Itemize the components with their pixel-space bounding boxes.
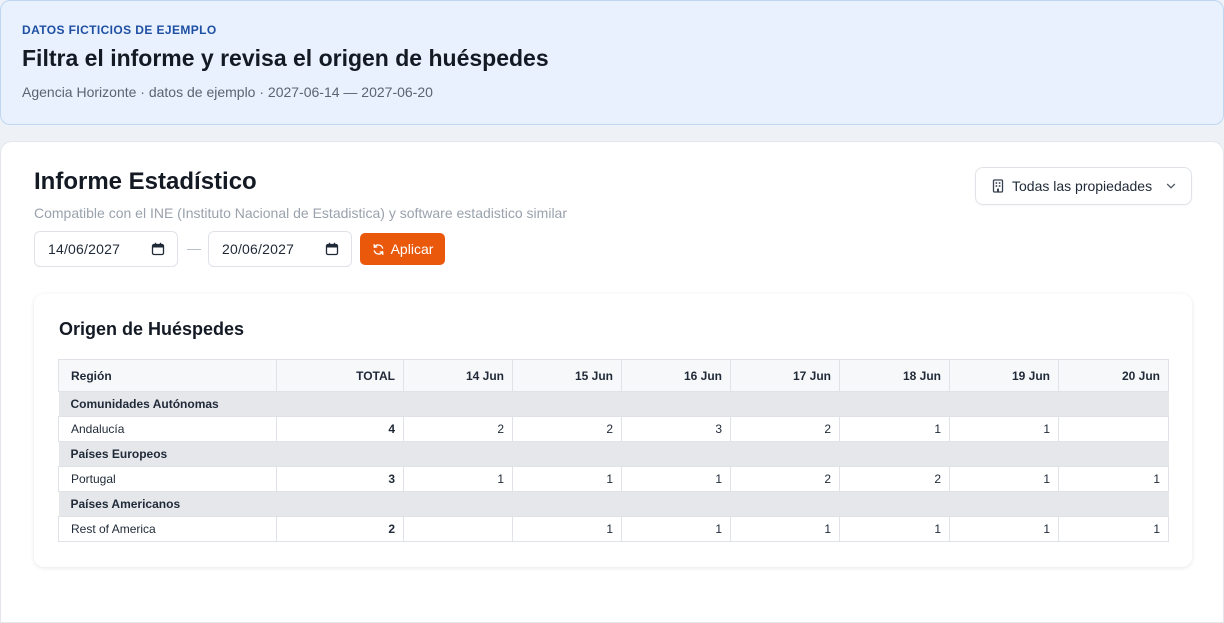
day-cell: 1	[1058, 466, 1169, 492]
date-from-value: 14/06/2027	[48, 241, 121, 257]
date-separator: —	[187, 240, 201, 256]
region-cell: Andalucía	[58, 416, 277, 442]
day-cell: 1	[839, 516, 950, 542]
group-row: Países Europeos	[58, 441, 1169, 467]
day-cell: 1	[403, 466, 513, 492]
column-header: 17 Jun	[730, 359, 840, 392]
date-to-value: 20/06/2027	[222, 241, 295, 257]
banner-eyebrow: DATOS FICTICIOS DE EJEMPLO	[22, 23, 217, 37]
day-cell: 1	[839, 416, 950, 442]
day-cell: 3	[621, 416, 731, 442]
day-cell: 1	[621, 516, 731, 542]
guest-origin-title: Origen de Huéspedes	[59, 319, 245, 339]
group-label: Países Americanos	[58, 491, 1169, 517]
calendar-icon[interactable]	[151, 242, 165, 256]
column-header: TOTAL	[276, 359, 404, 392]
day-cell: 2	[730, 466, 840, 492]
property-select[interactable]: Todas las propiedades	[975, 167, 1192, 205]
table-row: Rest of America 2 1 1 1 1 1 1	[58, 516, 1169, 542]
day-cell: 2	[730, 416, 840, 442]
group-label: Países Europeos	[58, 441, 1169, 467]
building-icon	[992, 179, 1004, 193]
day-cell: 2	[403, 416, 513, 442]
table-row: Portugal 3 1 1 1 2 2 1 1	[58, 466, 1169, 492]
total-cell: 4	[276, 416, 404, 442]
day-cell: 1	[730, 516, 840, 542]
apply-button-label: Aplicar	[390, 241, 434, 257]
column-header: 19 Jun	[949, 359, 1059, 392]
table-header-row: Región TOTAL 14 Jun 15 Jun 16 Jun 17 Jun…	[58, 359, 1169, 392]
region-cell: Portugal	[58, 466, 277, 492]
date-to-input[interactable]: 20/06/2027	[208, 231, 352, 267]
region-cell: Rest of America	[58, 516, 277, 542]
day-cell: 2	[839, 466, 950, 492]
refresh-icon	[373, 243, 384, 255]
page-title: Informe Estadístico	[34, 168, 257, 195]
day-cell: 1	[949, 516, 1059, 542]
banner-title: Filtra el informe y revisa el origen de …	[22, 45, 549, 71]
column-header: 16 Jun	[621, 359, 731, 392]
group-row: Países Americanos	[58, 491, 1169, 517]
day-cell: 1	[621, 466, 731, 492]
group-row: Comunidades Autónomas	[58, 391, 1169, 417]
day-cell: 1	[949, 466, 1059, 492]
report-description: Compatible con el INE (Instituto Naciona…	[34, 205, 567, 221]
report-panel: Informe Estadístico Compatible con el IN…	[0, 141, 1224, 623]
guest-origin-table: Región TOTAL 14 Jun 15 Jun 16 Jun 17 Jun…	[58, 359, 1169, 542]
day-cell: 1	[1058, 516, 1169, 542]
day-cell	[1058, 416, 1169, 442]
column-header: 15 Jun	[512, 359, 622, 392]
day-cell: 1	[512, 516, 622, 542]
group-label: Comunidades Autónomas	[58, 391, 1169, 417]
property-select-label: Todas las propiedades	[1012, 178, 1153, 194]
calendar-icon[interactable]	[325, 242, 339, 256]
day-cell: 1	[512, 466, 622, 492]
apply-button[interactable]: Aplicar	[360, 233, 445, 265]
day-cell	[403, 516, 513, 542]
day-cell: 1	[949, 416, 1059, 442]
total-cell: 2	[276, 516, 404, 542]
chevron-down-icon	[1166, 183, 1176, 189]
total-cell: 3	[276, 466, 404, 492]
day-cell: 2	[512, 416, 622, 442]
column-header: 20 Jun	[1058, 359, 1169, 392]
column-header: 14 Jun	[403, 359, 513, 392]
guest-origin-card: Origen de Huéspedes Región TOTAL 14 Jun …	[34, 294, 1192, 567]
column-header: 18 Jun	[839, 359, 950, 392]
table-row: Andalucía 4 2 2 3 2 1 1	[58, 416, 1169, 442]
banner-subtitle: Agencia Horizonte · datos de ejemplo · 2…	[22, 84, 433, 100]
demo-banner: DATOS FICTICIOS DE EJEMPLO Filtra el inf…	[0, 0, 1224, 125]
column-header: Región	[58, 359, 277, 392]
date-from-input[interactable]: 14/06/2027	[34, 231, 178, 267]
